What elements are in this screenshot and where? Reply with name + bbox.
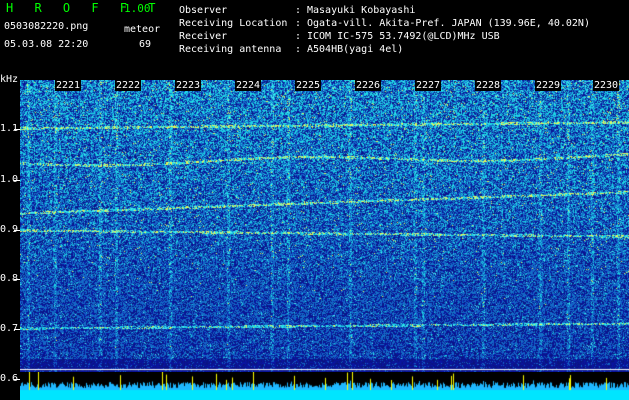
info-key: Receiving antenna — [179, 44, 282, 55]
x-time-label: 2224 — [235, 80, 262, 91]
x-time-label: 2223 — [175, 80, 202, 91]
x-time-label: 2225 — [295, 80, 322, 91]
info-sep: : — [295, 31, 302, 42]
x-time-label: 2227 — [415, 80, 442, 91]
x-time-label: 2222 — [115, 80, 142, 91]
app-version: 1.00 — [124, 2, 151, 15]
x-time-label: 2228 — [475, 80, 502, 91]
info-row-observer: Observer: Masayuki Kobayashi — [179, 4, 590, 17]
x-time-label: 2230 — [593, 80, 620, 91]
info-sep: : — [295, 44, 302, 55]
info-sep: : — [295, 18, 302, 29]
y-tick-mark — [14, 180, 20, 181]
info-row-antenna: Receiving antenna: A504HB(yagi 4el) — [179, 43, 590, 56]
info-row-receiver: Receiver: ICOM IC-575 53.7492(@LCD)MHz US… — [179, 30, 590, 43]
x-time-label: 2226 — [355, 80, 382, 91]
meteor-count: 69 — [139, 39, 152, 50]
info-value: ICOM IC-575 53.7492(@LCD)MHz USB — [307, 31, 500, 42]
y-tick-mark — [14, 129, 20, 130]
info-key: Observer — [179, 5, 228, 16]
x-time-label: 2221 — [55, 80, 82, 91]
y-tick-mark — [14, 279, 20, 280]
header-panel: H R O F F T 1.00 0503082220.png meteor 0… — [0, 0, 629, 78]
y-tick-mark — [14, 379, 20, 380]
datetime: 05.03.08 22:20 — [4, 39, 89, 50]
info-sep: : — [295, 5, 302, 16]
y-tick-mark — [14, 230, 20, 231]
x-time-label: 2229 — [535, 80, 562, 91]
signal-strip — [20, 372, 629, 400]
mode-label: meteor — [124, 24, 161, 35]
info-value: Ogata-vill. Akita-Pref. JAPAN (139.96E, … — [307, 18, 590, 29]
info-value: Masayuki Kobayashi — [307, 5, 416, 16]
file-name: 0503082220.png — [4, 21, 89, 32]
y-tick-mark — [14, 329, 20, 330]
info-key: Receiver — [179, 31, 228, 42]
spectrogram-canvas — [20, 80, 629, 398]
info-value: A504HB(yagi 4el) — [307, 44, 404, 55]
info-key: Receiving Location — [179, 18, 288, 29]
info-row-location: Receiving Location: Ogata-vill. Akita-Pre… — [179, 17, 590, 30]
station-info: Observer: Masayuki Kobayashi Receiving Lo… — [179, 4, 590, 56]
y-unit-label: kHz — [0, 74, 19, 85]
